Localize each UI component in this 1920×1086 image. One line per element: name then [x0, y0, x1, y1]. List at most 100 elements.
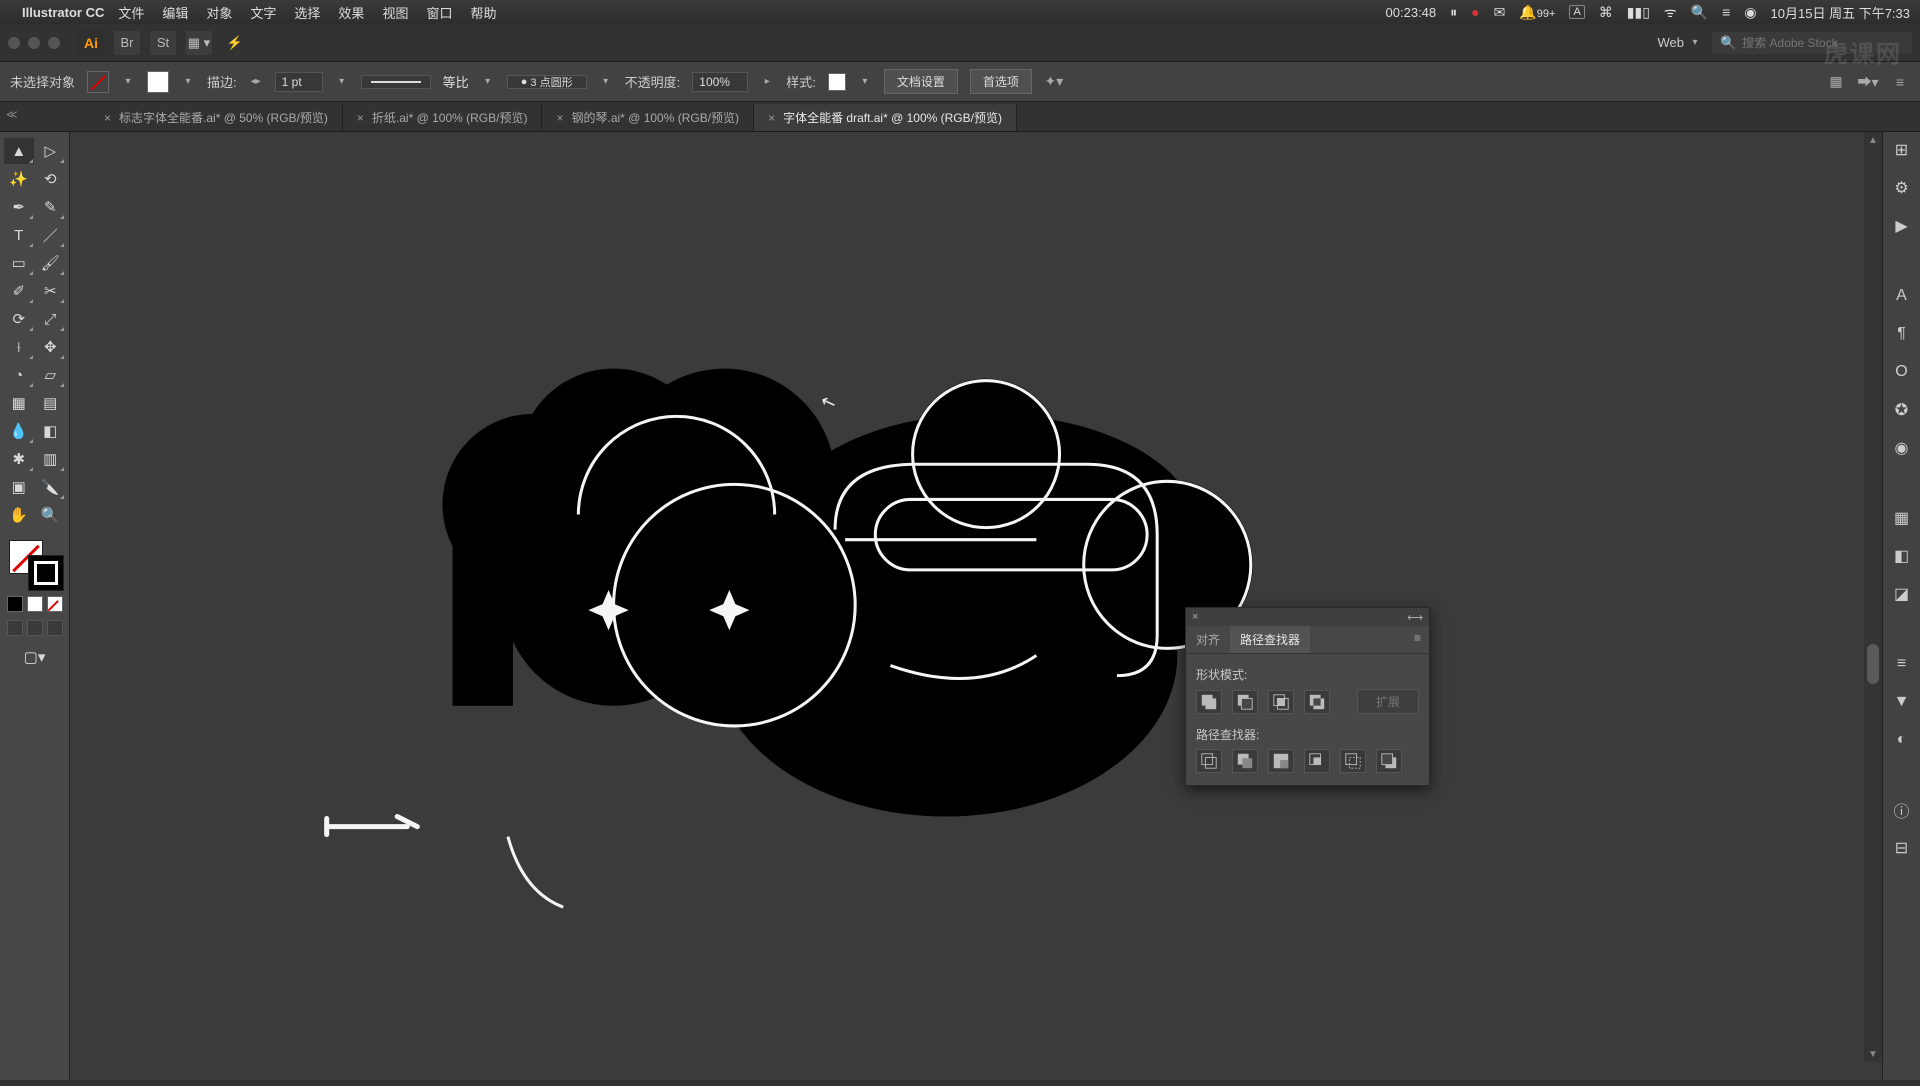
type-tool[interactable]: T	[4, 222, 34, 248]
crop-button[interactable]	[1304, 749, 1330, 773]
minus-back-button[interactable]	[1376, 749, 1402, 773]
pathfinder-panel[interactable]: ×⟷ 对齐 路径查找器 ≡ 形状模式: 扩展 路径查找器:	[1185, 607, 1430, 786]
shape-builder-tool[interactable]: ◔	[4, 362, 34, 388]
hand-tool[interactable]: ✋	[4, 502, 34, 528]
panel-close-icon[interactable]: ×	[1192, 611, 1198, 623]
stroke-panel-icon[interactable]: ≡	[1890, 652, 1914, 676]
width-tool[interactable]: ⟊	[4, 334, 34, 360]
doc-tab-2[interactable]: ×钢的琴.ai* @ 100% (RGB/预览)	[542, 104, 754, 131]
divide-button[interactable]	[1196, 749, 1222, 773]
properties-icon[interactable]: ⊞	[1890, 138, 1914, 162]
eyedropper-tool[interactable]: 💧	[4, 418, 34, 444]
gradient-panel-icon[interactable]: ▼	[1890, 690, 1914, 714]
intersect-button[interactable]	[1268, 690, 1294, 714]
mesh-tool[interactable]: ▦	[4, 390, 34, 416]
blend-tool[interactable]: ◧	[36, 418, 66, 444]
bridge-icon[interactable]: Br	[114, 31, 140, 55]
shaper-tool[interactable]: ✐	[4, 278, 34, 304]
tab-pathfinder[interactable]: 路径查找器	[1230, 626, 1310, 653]
fill-swatch[interactable]	[87, 71, 109, 93]
actions-icon[interactable]: ▶	[1890, 214, 1914, 238]
selection-tool[interactable]: ▲	[4, 138, 34, 164]
screen-mode[interactable]: ▢▾	[20, 644, 50, 670]
opentype-icon[interactable]: O	[1890, 360, 1914, 384]
minus-front-button[interactable]	[1232, 690, 1258, 714]
color-icon[interactable]: ⚙	[1890, 176, 1914, 200]
vertical-scrollbar[interactable]: ▲ ▼	[1864, 132, 1882, 1062]
menu-file[interactable]: 文件	[118, 3, 144, 22]
scroll-up-icon[interactable]: ▲	[1864, 132, 1882, 148]
unite-button[interactable]	[1196, 690, 1222, 714]
menu-edit[interactable]: 编辑	[162, 3, 188, 22]
ime-icon[interactable]: A	[1569, 5, 1584, 19]
arrange-docs-icon[interactable]: ▦ ▾	[186, 31, 212, 55]
isolate-icon[interactable]: ✦▾	[1044, 72, 1064, 92]
symbols-icon[interactable]: ◪	[1890, 582, 1914, 606]
panel-collapse-icon[interactable]: ⟷	[1407, 611, 1423, 624]
tab-corner-icon[interactable]: ≪	[6, 108, 18, 121]
gradient-mode[interactable]	[27, 596, 43, 612]
opacity-pop[interactable]: ▸	[760, 75, 774, 89]
menu-window[interactable]: 窗口	[426, 3, 452, 22]
bluetooth-icon[interactable]: ⌘	[1599, 4, 1613, 21]
color-guide-icon[interactable]: ◧	[1890, 544, 1914, 568]
search-input[interactable]	[1742, 36, 1904, 50]
rotate-tool[interactable]: ⟳	[4, 306, 34, 332]
clock[interactable]: 10月15日 周五 下午7:33	[1771, 3, 1910, 22]
curvature-tool[interactable]: ✎	[36, 194, 66, 220]
adobe-stock-search[interactable]: 🔍	[1712, 32, 1912, 54]
align-pixel-icon[interactable]: ▦	[1826, 72, 1846, 92]
scroll-down-icon[interactable]: ▼	[1864, 1046, 1882, 1062]
lasso-tool[interactable]: ⟲	[36, 166, 66, 192]
menu-view[interactable]: 视图	[382, 3, 408, 22]
panel-menu-icon[interactable]: ≡	[1890, 72, 1910, 92]
menu-effect[interactable]: 效果	[338, 3, 364, 22]
gradient-tool[interactable]: ▤	[36, 390, 66, 416]
expand-button[interactable]: 扩展	[1357, 689, 1419, 714]
stroke-variable-width[interactable]	[361, 75, 431, 89]
menu-help[interactable]: 帮助	[470, 3, 496, 22]
fill-stroke-control[interactable]	[7, 538, 63, 590]
magic-wand-tool[interactable]: ✨	[4, 166, 34, 192]
doc-tab-1[interactable]: ×折纸.ai* @ 100% (RGB/预览)	[343, 104, 543, 131]
paintbrush-tool[interactable]: 🖌	[36, 250, 66, 276]
pen-tool[interactable]: ✒	[4, 194, 34, 220]
stroke-swatch[interactable]	[147, 71, 169, 93]
stroke-indicator[interactable]	[29, 556, 63, 590]
opacity-input[interactable]	[692, 72, 748, 92]
doc-tab-3[interactable]: ×字体全能番 draft.ai* @ 100% (RGB/预览)	[754, 104, 1017, 131]
style-swatch[interactable]	[828, 73, 846, 91]
rectangle-tool[interactable]: ▭	[4, 250, 34, 276]
record-icon[interactable]: ●	[1471, 4, 1479, 20]
transparency-icon[interactable]: ◐	[1890, 728, 1914, 752]
stock-icon[interactable]: St	[150, 31, 176, 55]
document-setup-button[interactable]: 文档设置	[884, 69, 958, 94]
pause-icon[interactable]: ⏸	[1450, 4, 1457, 21]
line-tool[interactable]: ／	[36, 222, 66, 248]
scale-tool[interactable]: ⤢	[36, 306, 66, 332]
direct-selection-tool[interactable]: ▷	[36, 138, 66, 164]
character-icon[interactable]: A	[1890, 284, 1914, 308]
control-center-icon[interactable]: ≡	[1722, 4, 1730, 20]
panel-menu-icon[interactable]: ≡	[1406, 626, 1429, 653]
graph-tool[interactable]: ▥	[36, 446, 66, 472]
app-name[interactable]: Illustrator CC	[22, 5, 104, 20]
color-mode[interactable]	[7, 596, 23, 612]
align-panel-icon[interactable]: ⊟	[1890, 836, 1914, 860]
wechat-icon[interactable]: ✉	[1494, 4, 1506, 21]
tab-align[interactable]: 对齐	[1186, 626, 1230, 653]
outline-button[interactable]	[1340, 749, 1366, 773]
swatches-icon[interactable]: ▦	[1890, 506, 1914, 530]
close-icon[interactable]: ×	[357, 111, 364, 125]
spotlight-icon[interactable]: 🔍	[1691, 4, 1708, 21]
notification-icon[interactable]: 🔔99+	[1519, 4, 1555, 21]
stroke-weight-input[interactable]	[275, 72, 323, 92]
appearance-icon[interactable]: ◉	[1890, 436, 1914, 460]
transform-icon[interactable]: ⮕▾	[1858, 72, 1878, 92]
glyphs-icon[interactable]: ✪	[1890, 398, 1914, 422]
canvas[interactable]: ↖ ×⟷ 对齐 路径查找器 ≡ 形状模式: 扩展 路径查找器:	[70, 132, 1882, 1080]
eraser-tool[interactable]: ✂	[36, 278, 66, 304]
zoom-tool[interactable]: 🔍	[36, 502, 66, 528]
gpu-icon[interactable]: ⚡	[222, 31, 248, 55]
none-mode[interactable]	[47, 596, 63, 612]
